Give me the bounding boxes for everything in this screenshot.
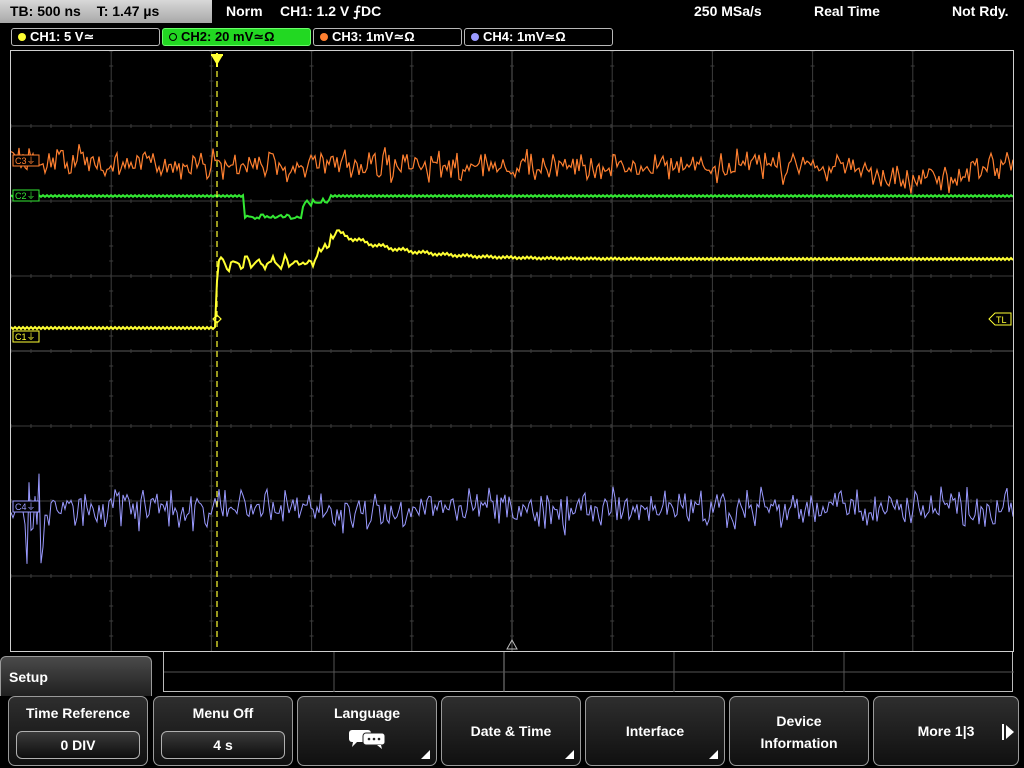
trigger-level-label: TL xyxy=(996,315,1007,325)
softkey-menu-off[interactable]: Menu Off 4 s xyxy=(153,696,293,766)
status-bar: TB: 500 ns T: 1.47 µs Norm CH1: 1.2 V ⨍D… xyxy=(0,0,1024,26)
softkey-time-reference[interactable]: Time Reference 0 DIV xyxy=(8,696,148,766)
softkey-date-time[interactable]: Date & Time xyxy=(441,696,581,766)
ch2-label: CH2: 20 mV≃Ω xyxy=(181,29,275,44)
submenu-corner-icon xyxy=(709,750,718,759)
trigger-mode[interactable]: Norm xyxy=(226,0,263,23)
ch2-ground-label: C2⏚ xyxy=(15,191,36,201)
softkey-label: Interface xyxy=(625,723,685,739)
ch1-ground-label: C1⏚ xyxy=(15,332,36,342)
submenu-corner-icon xyxy=(421,750,430,759)
submenu-corner-icon xyxy=(565,750,574,759)
menu-off-value[interactable]: 4 s xyxy=(161,731,285,759)
mini-overview xyxy=(163,652,1014,692)
softkey-label: Language xyxy=(333,705,401,721)
ch4-ground-label: C4⏚ xyxy=(15,502,36,512)
softkey-label: Menu Off xyxy=(192,705,254,721)
softkey-label-line2: Information xyxy=(760,735,838,751)
channel-tab-ch4[interactable]: CH4: 1mV≃Ω xyxy=(464,28,613,46)
trigger-time-value: T: 1.47 µs xyxy=(96,3,160,19)
ch3-ground-label: C3⏚ xyxy=(15,156,36,166)
ch3-color-icon xyxy=(320,33,328,41)
trigger-info[interactable]: CH1: 1.2 V ⨍DC xyxy=(280,0,381,23)
ch3-label: CH3: 1mV≃Ω xyxy=(332,29,415,44)
channel-tab-ch3[interactable]: CH3: 1mV≃Ω xyxy=(313,28,462,46)
acquisition-mode: Real Time xyxy=(814,3,880,19)
ch1-ground-marker[interactable]: C1⏚ xyxy=(12,330,40,343)
timebase-box[interactable]: TB: 500 ns T: 1.47 µs xyxy=(0,0,212,23)
ch1-color-icon xyxy=(18,33,26,41)
trigger-position-marker[interactable] xyxy=(211,53,223,67)
softkey-label: Date & Time xyxy=(470,723,552,739)
ch4-label: CH4: 1mV≃Ω xyxy=(483,29,566,44)
ch2-color-icon xyxy=(169,33,177,41)
ch4-ground-marker[interactable]: C4⏚ xyxy=(12,500,40,513)
softkey-interface[interactable]: Interface xyxy=(585,696,725,766)
timebase-value: TB: 500 ns xyxy=(10,3,81,19)
time-reference-value[interactable]: 0 DIV xyxy=(16,731,140,759)
waveform-canvas[interactable]: C3⏚ C2⏚ C1⏚ C4⏚ TL xyxy=(11,51,1013,651)
ch4-color-icon xyxy=(471,33,479,41)
ch3-ground-marker[interactable]: C3⏚ xyxy=(12,154,40,167)
sample-rate: 250 MSa/s xyxy=(694,3,762,19)
channel-tabs: CH1: 5 V≃ CH2: 20 mV≃Ω CH3: 1mV≃Ω CH4: 1… xyxy=(0,26,1024,48)
channel-tab-ch1[interactable]: CH1: 5 V≃ xyxy=(11,28,160,46)
menu-title-tab: Setup xyxy=(0,656,152,696)
ch2-ground-marker[interactable]: C2⏚ xyxy=(12,189,40,202)
menu-title: Setup xyxy=(9,669,48,685)
softkey-device-information[interactable]: Device Information xyxy=(729,696,869,766)
speech-bubbles-icon xyxy=(349,730,386,749)
channel-tab-ch2[interactable]: CH2: 20 mV≃Ω xyxy=(162,28,311,46)
graticule xyxy=(11,51,1013,651)
acquisition-status: Not Rdy. xyxy=(952,3,1009,19)
softkey-label-line1: Device xyxy=(776,713,822,729)
next-page-arrow-icon xyxy=(1006,725,1014,739)
ch1-label: CH1: 5 V≃ xyxy=(30,29,95,44)
softkey-label: Time Reference xyxy=(25,705,130,721)
softkey-more[interactable]: More 1|3 xyxy=(873,696,1019,766)
softkey-label: More 1|3 xyxy=(917,723,975,739)
trigger-level-marker[interactable]: TL xyxy=(988,312,1012,326)
softkey-language[interactable]: Language xyxy=(297,696,437,766)
waveform-display[interactable]: C3⏚ C2⏚ C1⏚ C4⏚ TL xyxy=(10,50,1014,652)
next-page-bar xyxy=(1002,724,1004,740)
